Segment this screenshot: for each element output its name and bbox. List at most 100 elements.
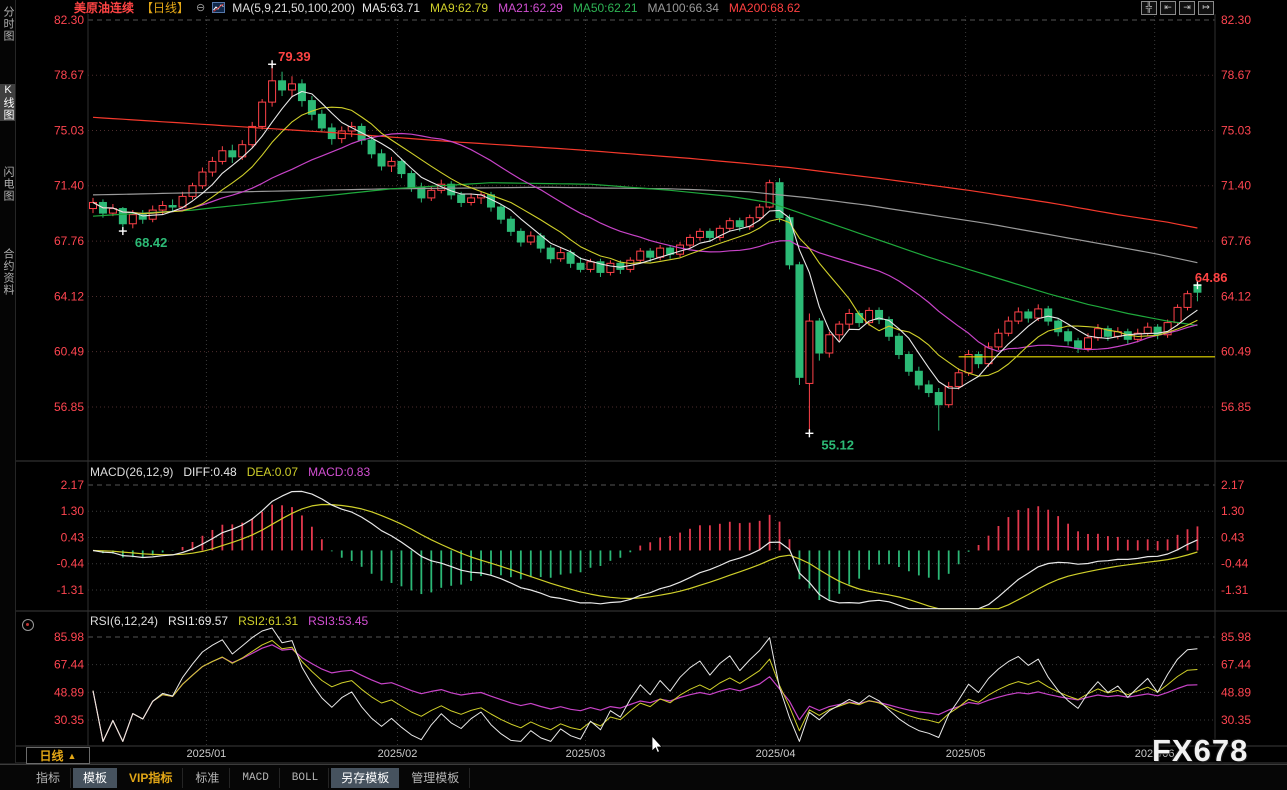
- svg-text:56.85: 56.85: [1221, 400, 1251, 414]
- x-axis-date-2: 2025/03: [566, 748, 606, 760]
- macd-title: MACD(26,12,9): [90, 465, 173, 479]
- ma50-line: [93, 183, 1197, 326]
- ma-values-group: MA5:63.71 MA9:62.79 MA21:62.29 MA50:62.21 MA…: [362, 1, 800, 15]
- svg-text:67.44: 67.44: [54, 658, 84, 672]
- chart-type-sidebar: 分时图 K线图闪电图合约资料: [0, 0, 16, 763]
- x-axis-date-1: 2025/02: [378, 748, 418, 760]
- svg-text:2.17: 2.17: [1221, 478, 1245, 492]
- macd-diff-value: DIFF:0.48: [183, 465, 236, 479]
- panel-dividers: [0, 14, 1287, 763]
- ma-value-2: MA21:62.29: [498, 1, 563, 15]
- ma100-line: [93, 187, 1197, 262]
- dea-line: [93, 505, 1197, 609]
- tab-7[interactable]: 管理模板: [401, 768, 470, 788]
- sidebar-item-0[interactable]: 分时图: [0, 6, 15, 42]
- period-tag: 【日线】: [141, 1, 189, 15]
- macd-histogram: [93, 505, 1197, 600]
- split-panes-icon[interactable]: ╬: [1141, 1, 1157, 15]
- diff-line: [93, 491, 1197, 608]
- tab-5[interactable]: BOLL: [282, 768, 329, 788]
- svg-text:48.89: 48.89: [54, 685, 84, 699]
- svg-text:67.76: 67.76: [1221, 234, 1251, 248]
- svg-text:-1.31: -1.31: [57, 583, 85, 597]
- scale-left-icon[interactable]: ⇤: [1160, 1, 1176, 15]
- sidebar-item-2[interactable]: 闪电图: [0, 166, 15, 202]
- tab-3[interactable]: 标准: [185, 768, 230, 788]
- rsi-grid: 85.9885.9867.4467.4448.8948.8930.3530.35: [54, 630, 1251, 727]
- main-price-grid: 82.3082.3078.6778.6775.0375.0371.4071.40…: [54, 13, 1251, 414]
- svg-text:30.35: 30.35: [54, 713, 84, 727]
- svg-text:60.49: 60.49: [1221, 345, 1251, 359]
- svg-text:-1.31: -1.31: [1221, 583, 1249, 597]
- tab-4[interactable]: MACD: [232, 768, 279, 788]
- rsi2-value: RSI2:61.31: [238, 614, 298, 628]
- macd-grid: 2.172.171.301.300.430.43-0.44-0.44-1.31-…: [57, 478, 1249, 597]
- ma-value-1: MA9:62.79: [430, 1, 488, 15]
- pan-right-icon[interactable]: ↦: [1198, 1, 1214, 15]
- date-axis-row: 日线 ▲ 2025/01 2025/02 2025/03 2025/04 2025/05…: [0, 746, 1287, 763]
- ma21-line: [93, 134, 1197, 352]
- collapse-icon[interactable]: ⊖: [196, 1, 205, 15]
- svg-text:0.43: 0.43: [61, 530, 85, 544]
- svg-text:0.43: 0.43: [1221, 530, 1245, 544]
- ma-value-0: MA5:63.71: [362, 1, 420, 15]
- svg-text:71.40: 71.40: [54, 179, 84, 193]
- tab-6[interactable]: 另存模板: [331, 768, 399, 788]
- kline-chart-canvas[interactable]: 82.3082.3078.6778.6775.0375.0371.4071.40…: [0, 0, 1287, 790]
- svg-text:85.98: 85.98: [1221, 630, 1251, 644]
- month-gridlines: [206, 16, 1154, 745]
- window-layout-icons: ╬⇤⇥↦: [1141, 1, 1214, 15]
- rsi-pane-header: RSI(6,12,24) RSI1:69.57 RSI2:61.31 RSI3:…: [90, 614, 368, 628]
- sidebar-item-1[interactable]: K线图: [0, 84, 15, 121]
- svg-text:71.40: 71.40: [1221, 179, 1251, 193]
- svg-text:56.85: 56.85: [54, 400, 84, 414]
- kline-chart-icon[interactable]: [212, 2, 225, 13]
- x-axis-date-4: 2025/05: [946, 748, 986, 760]
- scale-right-icon[interactable]: ⇥: [1179, 1, 1195, 15]
- svg-text:2.17: 2.17: [61, 478, 85, 492]
- rsi3-value: RSI3:53.45: [308, 614, 368, 628]
- macd-dea-value: DEA:0.07: [247, 465, 298, 479]
- tab-2[interactable]: VIP指标: [119, 768, 183, 788]
- svg-text:82.30: 82.30: [1221, 13, 1251, 27]
- period-selector[interactable]: 日线 ▲: [26, 747, 90, 764]
- chart-header: 美原油连续 【日线】 ⊖ MA(5,9,21,50,100,200) MA5:6…: [74, 0, 800, 15]
- svg-text:30.35: 30.35: [1221, 713, 1251, 727]
- svg-text:68.42: 68.42: [135, 235, 168, 250]
- rsi1-line: [93, 628, 1197, 741]
- rsi2-line: [93, 641, 1197, 742]
- rsi3-line: [93, 645, 1197, 742]
- svg-text:79.39: 79.39: [278, 49, 311, 64]
- ma-value-3: MA50:62.21: [573, 1, 638, 15]
- x-axis-date-3: 2025/04: [756, 748, 796, 760]
- rsi-title: RSI(6,12,24): [90, 614, 158, 628]
- macd-bar-value: MACD:0.83: [308, 465, 370, 479]
- svg-text:48.89: 48.89: [1221, 685, 1251, 699]
- period-arrow-icon: ▲: [68, 751, 77, 761]
- svg-text:78.67: 78.67: [1221, 68, 1251, 82]
- sidebar-item-3[interactable]: 合约资料: [0, 248, 15, 296]
- svg-text:64.12: 64.12: [54, 289, 84, 303]
- ma-value-4: MA100:66.34: [648, 1, 719, 15]
- ma200-line: [93, 117, 1197, 228]
- period-label: 日线: [40, 747, 64, 764]
- tab-0[interactable]: 指标: [26, 768, 71, 788]
- svg-text:55.12: 55.12: [821, 437, 854, 452]
- chart-window: 82.3082.3078.6778.6775.0375.0371.4071.40…: [0, 0, 1287, 790]
- svg-text:64.86: 64.86: [1195, 270, 1228, 285]
- svg-text:60.49: 60.49: [54, 345, 84, 359]
- tab-1[interactable]: 模板: [73, 768, 117, 788]
- svg-text:75.03: 75.03: [1221, 124, 1251, 138]
- svg-text:82.30: 82.30: [54, 13, 84, 27]
- svg-text:67.76: 67.76: [54, 234, 84, 248]
- candles-layer: [90, 64, 1201, 433]
- indicator-settings-icon[interactable]: [22, 619, 34, 631]
- x-axis-date-0: 2025/01: [187, 748, 227, 760]
- svg-text:78.67: 78.67: [54, 68, 84, 82]
- macd-pane-header: MACD(26,12,9) DIFF:0.48 DEA:0.07 MACD:0.…: [90, 465, 370, 479]
- rsi1-value: RSI1:69.57: [168, 614, 228, 628]
- ma-params-label: MA(5,9,21,50,100,200): [232, 1, 355, 15]
- watermark: FX678: [1152, 733, 1248, 769]
- indicator-tab-bar: 指标模板VIP指标标准MACDBOLL另存模板管理模板: [0, 764, 1287, 790]
- ma5-line: [93, 92, 1197, 389]
